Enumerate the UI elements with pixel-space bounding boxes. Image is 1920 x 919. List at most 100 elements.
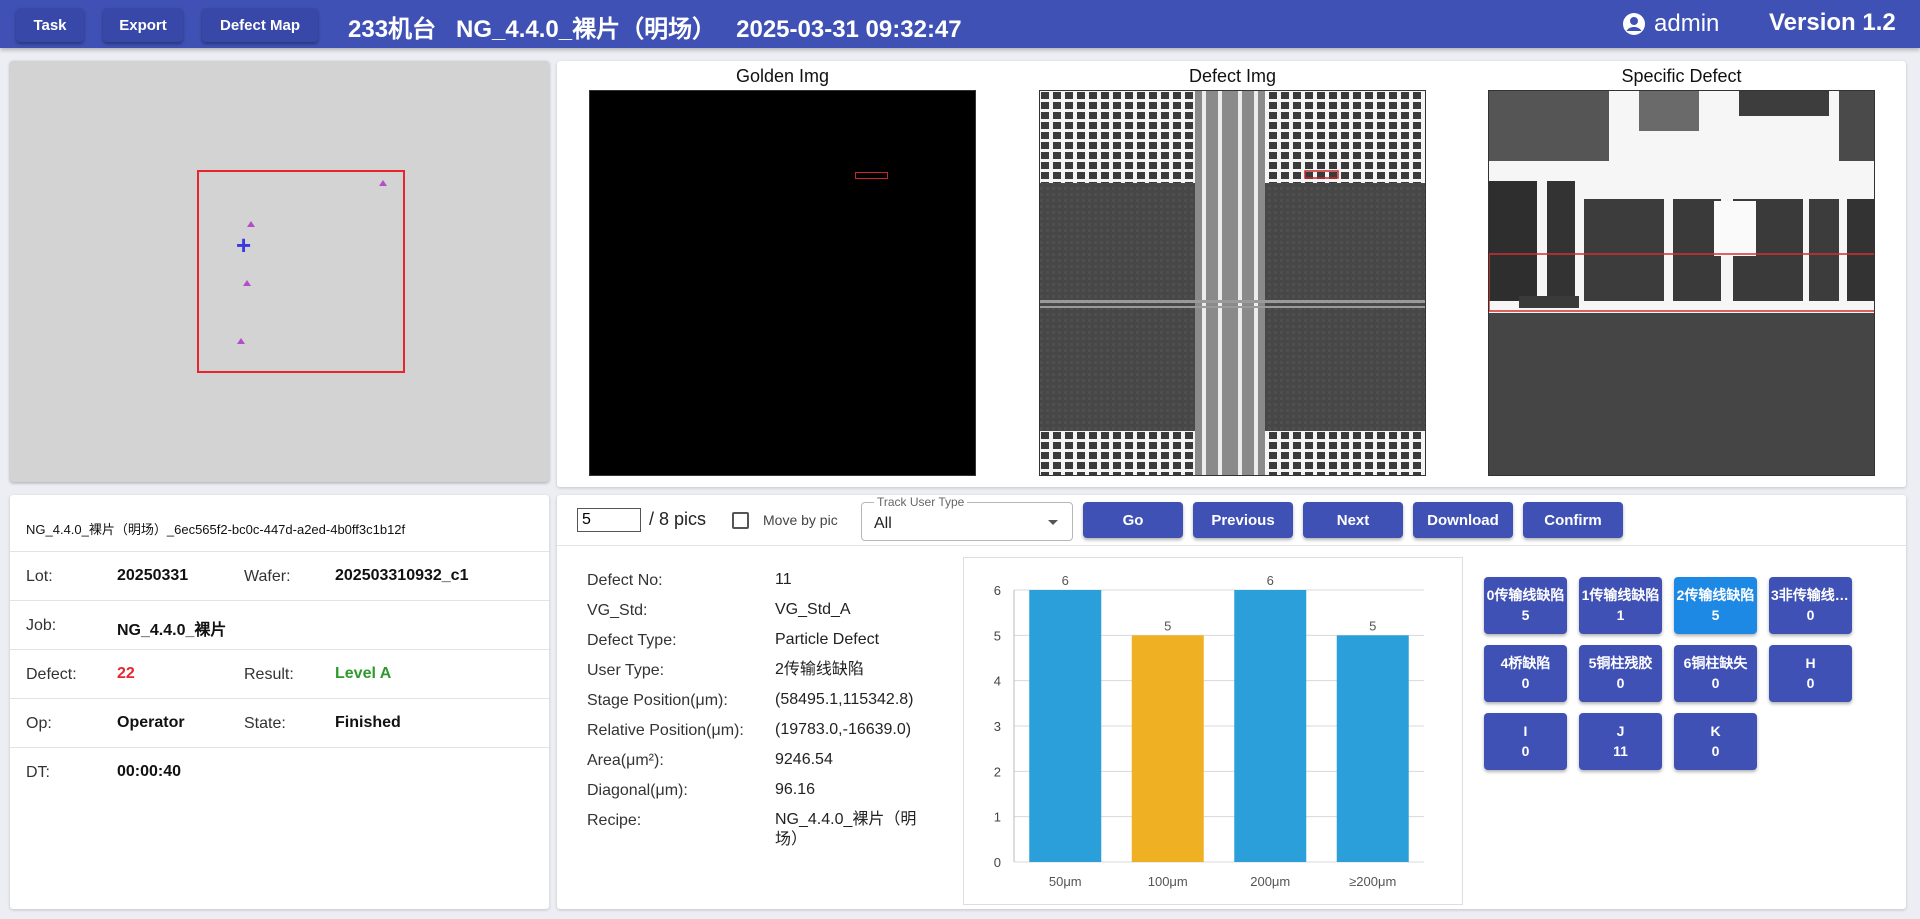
info-row-dt: DT: 00:00:40 <box>10 747 549 796</box>
info-row-job: Job: NG_4.4.0_裸片 <box>10 600 549 649</box>
user-type-button[interactable]: 1传输线缺陷 1 <box>1579 577 1662 634</box>
info-row-defect: Defect: 22 Result: Level A <box>10 649 549 698</box>
x-tick-label: 50μm <box>1049 874 1082 889</box>
track-user-type-select[interactable]: Track User Type All <box>861 495 1073 541</box>
detail-value: 9246.54 <box>775 751 833 768</box>
bar-value-label: 6 <box>1267 573 1274 588</box>
user-type-button[interactable]: 5铜柱残胶 0 <box>1579 645 1662 702</box>
lot-label: Lot: <box>26 568 53 585</box>
y-tick-label: 0 <box>994 855 1001 870</box>
detail-label: Stage Position(μm): <box>587 692 728 709</box>
defect-location-box <box>855 172 888 179</box>
y-tick-label: 1 <box>994 810 1001 825</box>
detail-label: Relative Position(μm): <box>587 722 744 739</box>
op-label: Op: <box>26 715 52 732</box>
user-type-button[interactable]: H0 <box>1769 645 1852 702</box>
user-type-count: 5 <box>1711 607 1720 623</box>
y-tick-label: 2 <box>994 764 1001 779</box>
user-type-name: 0传输线缺陷 <box>1486 587 1565 603</box>
chevron-down-icon <box>1048 520 1058 525</box>
lot-value: 20250331 <box>117 567 189 584</box>
user-type-name: 5铜柱残胶 <box>1588 655 1653 671</box>
bar-value-label: 6 <box>1062 573 1069 588</box>
detail-value: NG_4.4.0_裸片（明场） <box>775 811 917 848</box>
detail-label: Defect No: <box>587 572 663 589</box>
bar <box>1336 635 1409 862</box>
defect-image-graphic <box>1040 91 1425 475</box>
bar <box>1234 590 1307 862</box>
task-button[interactable]: Task <box>16 8 84 42</box>
defect-marker[interactable] <box>243 280 251 286</box>
x-tick-label: ≥200μm <box>1349 874 1396 889</box>
image-panel: Golden Img Defect Img Specific Defect <box>557 61 1906 487</box>
bar-value-label: 5 <box>1164 618 1171 633</box>
detail-label: VG_Std: <box>587 602 648 619</box>
result-value: Level A <box>335 665 392 682</box>
user-type-button[interactable]: 3非传输线缺陷 0 <box>1769 577 1852 634</box>
defect-label: Defect: <box>26 666 77 683</box>
state-value: Finished <box>335 714 401 731</box>
user-type-button[interactable]: K0 <box>1674 713 1757 770</box>
detail-label: Defect Type: <box>587 632 677 649</box>
defect-image[interactable] <box>1039 90 1426 476</box>
account-circle-icon <box>1623 13 1645 35</box>
user-type-button[interactable]: 2传输线缺陷 5 <box>1674 577 1757 634</box>
crosshair-icon: + <box>236 230 252 260</box>
export-button[interactable]: Export <box>103 8 183 42</box>
detail-value: (19783.0,-16639.0) <box>775 721 912 738</box>
die-region <box>197 170 405 373</box>
defect-size-chart: 0 1 2 3 4 5 6 6 50μm 5 100μm 6 200μm 5 ≥200μm <box>963 557 1463 905</box>
divider <box>557 545 1906 546</box>
defect-img-title: Defect Img <box>1188 66 1277 86</box>
track-user-type-label: Track User Type <box>874 495 968 509</box>
info-row-lot: Lot: 20250331 Wafer: 202503310932_c1 <box>10 551 549 600</box>
user-type-button[interactable]: I0 <box>1484 713 1567 770</box>
defect-map-button[interactable]: Defect Map <box>202 8 318 42</box>
wafer-map[interactable]: + <box>10 61 549 482</box>
user-menu[interactable]: admin <box>1622 10 1719 38</box>
user-type-button[interactable]: 0传输线缺陷 5 <box>1484 577 1567 634</box>
file-name: NG_4.4.0_裸片（明场）_6ec565f2-bc0c-447d-a2ed-… <box>26 522 406 537</box>
dt-value: 00:00:40 <box>117 763 182 780</box>
dt-label: DT: <box>26 764 50 781</box>
detail-value: 96.16 <box>775 781 816 798</box>
defect-marker[interactable] <box>247 221 255 227</box>
version-label: Version 1.2 <box>1769 9 1896 36</box>
job-label: Job: <box>26 617 57 634</box>
defect-count: 22 <box>117 665 135 682</box>
specific-defect-title: Specific Defect <box>1621 66 1742 86</box>
golden-image[interactable] <box>589 90 976 476</box>
detail-label: Recipe: <box>587 812 642 829</box>
previous-button[interactable]: Previous <box>1193 502 1293 538</box>
user-type-name: 6铜柱缺失 <box>1683 655 1748 671</box>
user-type-name: H <box>1805 655 1816 671</box>
next-button[interactable]: Next <box>1303 502 1403 538</box>
x-tick-label: 100μm <box>1148 874 1188 889</box>
user-type-name: I <box>1523 723 1528 739</box>
detail-value: Particle Defect <box>775 631 880 648</box>
defect-marker[interactable] <box>379 180 387 186</box>
wafer-info-panel: NG_4.4.0_裸片（明场）_6ec565f2-bc0c-447d-a2ed-… <box>10 495 549 909</box>
golden-img-title: Golden Img <box>735 66 830 86</box>
user-type-name: J <box>1616 723 1625 739</box>
defect-marker[interactable] <box>237 338 245 344</box>
user-type-button[interactable]: 4桥缺陷 0 <box>1484 645 1567 702</box>
go-button[interactable]: Go <box>1083 502 1183 538</box>
user-type-name: 1传输线缺陷 <box>1581 587 1660 603</box>
user-type-button[interactable]: J 11 <box>1579 713 1662 770</box>
bar-value-label: 5 <box>1369 618 1376 633</box>
info-row-op: Op: Operator State: Finished <box>10 698 549 747</box>
specific-defect-graphic <box>1489 91 1874 475</box>
user-type-button[interactable]: 6铜柱缺失 0 <box>1674 645 1757 702</box>
specific-defect-image[interactable] <box>1488 90 1875 476</box>
pic-number-input[interactable] <box>577 508 641 532</box>
confirm-button[interactable]: Confirm <box>1523 502 1623 538</box>
move-by-pic-checkbox[interactable] <box>732 512 749 529</box>
detail-label: Area(μm²): <box>587 752 664 769</box>
y-tick-label: 5 <box>994 628 1001 643</box>
pics-total: / 8 pics <box>649 509 707 529</box>
user-type-count: 0 <box>1711 743 1720 759</box>
download-button[interactable]: Download <box>1413 502 1513 538</box>
y-tick-label: 4 <box>994 674 1001 689</box>
user-type-name: K <box>1710 723 1721 739</box>
